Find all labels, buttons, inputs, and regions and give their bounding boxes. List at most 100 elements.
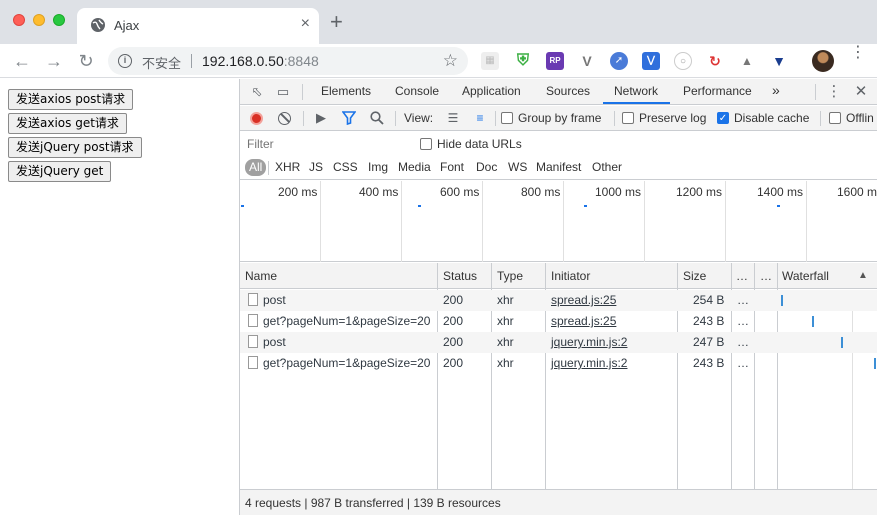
column-header-status[interactable]: Status	[443, 269, 477, 283]
type-filter-doc[interactable]: Doc	[476, 159, 497, 176]
type-filter-manifest[interactable]: Manifest	[536, 159, 581, 176]
reload-icon[interactable]: ↻	[75, 50, 97, 72]
minimize-window-button[interactable]	[33, 14, 45, 26]
jquery-get-button[interactable]: 发送jQuery get	[8, 161, 112, 182]
address-bar[interactable]: i 不安全 192.168.0.50:8848 ☆	[108, 47, 468, 75]
request-initiator[interactable]: spread.js:25	[551, 314, 616, 328]
active-tab-indicator	[603, 102, 670, 104]
request-initiator[interactable]: spread.js:25	[551, 293, 616, 307]
security-label[interactable]: 不安全	[142, 53, 181, 72]
type-filter-img[interactable]: Img	[368, 159, 388, 176]
type-filter-font[interactable]: Font	[440, 159, 464, 176]
type-filter-css[interactable]: CSS	[333, 159, 358, 176]
avatar[interactable]	[812, 50, 834, 72]
disable-cache-label: Disable cache	[734, 111, 810, 125]
waterfall-view-icon[interactable]: ≡	[471, 109, 489, 127]
tab-performance[interactable]: Performance	[683, 84, 752, 98]
screenshot-camera-icon[interactable]: ▶	[312, 109, 330, 127]
inspect-icon[interactable]: ⬁	[248, 83, 266, 101]
type-filter-other[interactable]: Other	[592, 159, 622, 176]
filter-input[interactable]	[243, 135, 408, 153]
more-tabs-icon[interactable]: »	[772, 82, 780, 98]
vue-extension-icon[interactable]: V	[578, 52, 596, 70]
tree-extension-icon[interactable]: ▲	[738, 52, 756, 70]
rp-extension-icon[interactable]: RP	[546, 52, 564, 70]
document-icon	[248, 293, 258, 306]
type-filter-all[interactable]: All	[245, 159, 267, 176]
column-header-type[interactable]: Type	[497, 269, 523, 283]
request-size: 254 B	[693, 293, 725, 307]
toolbar-divider	[395, 111, 396, 126]
search-icon[interactable]	[370, 111, 384, 125]
v-extension-icon[interactable]: ▼	[770, 52, 788, 70]
type-filter-media[interactable]: Media	[398, 159, 431, 176]
request-initiator[interactable]: jquery.min.js:2	[551, 335, 627, 349]
tab-application[interactable]: Application	[462, 84, 521, 98]
request-time: …	[737, 356, 749, 370]
disable-cache-checkbox[interactable]: ✓	[717, 112, 729, 124]
axios-get-button[interactable]: 发送axios get请求	[8, 113, 127, 134]
column-header-waterfall[interactable]: Waterfall	[782, 269, 829, 283]
clear-icon[interactable]	[278, 112, 291, 125]
devtools-menu-icon[interactable]: ⋮	[825, 83, 843, 101]
large-rows-icon[interactable]: ☰	[444, 109, 462, 127]
column-header-extra[interactable]: …	[760, 269, 772, 283]
info-icon[interactable]: i	[118, 54, 132, 68]
compass-extension-icon[interactable]: ➚	[610, 52, 628, 70]
group-by-frame-checkbox[interactable]	[501, 112, 513, 124]
offline-checkbox[interactable]	[829, 112, 841, 124]
browser-menu-icon[interactable]: ⋮	[850, 45, 866, 61]
type-filter-js[interactable]: JS	[309, 159, 323, 176]
table-row[interactable]: get?pageNum=1&pageSize=20 200 xhr jquery…	[240, 353, 877, 374]
type-filter-ws[interactable]: WS	[508, 159, 527, 176]
forward-icon[interactable]: →	[43, 50, 65, 72]
axios-post-button[interactable]: 发送axios post请求	[8, 89, 134, 110]
circle-extension-icon[interactable]: ○	[674, 52, 692, 70]
maximize-window-button[interactable]	[53, 14, 65, 26]
browser-toolbar: ← → ↻ i 不安全 192.168.0.50:8848 ☆ ▦ ⛨ RP V…	[0, 44, 877, 78]
column-header-size[interactable]: Size	[683, 269, 706, 283]
request-type: xhr	[497, 356, 514, 370]
tab-sources[interactable]: Sources	[546, 84, 590, 98]
network-overview[interactable]: 200 ms 400 ms 600 ms 800 ms 1000 ms 1200…	[240, 181, 877, 262]
star-icon[interactable]: ☆	[443, 51, 458, 71]
table-row[interactable]: get?pageNum=1&pageSize=20 200 xhr spread…	[240, 311, 877, 332]
sort-ascending-icon[interactable]: ▲	[858, 270, 868, 281]
jquery-post-button[interactable]: 发送jQuery post请求	[8, 137, 142, 158]
close-window-button[interactable]	[13, 14, 25, 26]
back-icon[interactable]: ←	[11, 50, 33, 72]
refresh-extension-icon[interactable]: ↻	[706, 52, 724, 70]
tab-console[interactable]: Console	[395, 84, 439, 98]
requests-table-header: Name Status Type Initiator Size … … Wate…	[240, 263, 877, 289]
record-button[interactable]	[250, 112, 263, 125]
hide-data-urls-checkbox[interactable]	[420, 138, 432, 150]
shield-extension-icon[interactable]: ⛨	[514, 52, 532, 70]
tab-network[interactable]: Network	[614, 84, 658, 98]
globe-icon	[91, 18, 105, 32]
browser-tab[interactable]: Ajax ×	[77, 8, 319, 44]
tab-close-icon[interactable]: ×	[301, 15, 310, 33]
request-name: post	[263, 335, 286, 349]
overview-gridline	[320, 181, 321, 262]
request-type: xhr	[497, 335, 514, 349]
column-header-time[interactable]: …	[736, 269, 748, 283]
request-initiator[interactable]: jquery.min.js:2	[551, 356, 627, 370]
url-text[interactable]: 192.168.0.50:8848	[202, 53, 319, 69]
column-header-initiator[interactable]: Initiator	[551, 269, 590, 283]
overview-tick-label: 200 ms	[278, 185, 318, 199]
preserve-log-checkbox[interactable]	[622, 112, 634, 124]
extension-grid-icon[interactable]: ▦	[481, 52, 499, 70]
device-toolbar-icon[interactable]: ▭	[274, 83, 292, 101]
overview-tick-label: 1200 ms	[676, 185, 723, 199]
new-tab-button[interactable]: +	[330, 11, 343, 33]
pocket-extension-icon[interactable]: ⋁	[642, 52, 660, 70]
overview-request-mark	[418, 205, 421, 207]
column-header-name[interactable]: Name	[245, 269, 277, 283]
table-row[interactable]: post 200 xhr spread.js:25 254 B …	[240, 290, 877, 311]
table-row[interactable]: post 200 xhr jquery.min.js:2 247 B …	[240, 332, 877, 353]
tab-elements[interactable]: Elements	[321, 84, 371, 98]
request-size: 243 B	[693, 314, 725, 328]
close-devtools-icon[interactable]: ✕	[852, 83, 870, 101]
filter-icon[interactable]	[342, 111, 356, 125]
type-filter-xhr[interactable]: XHR	[275, 159, 300, 176]
